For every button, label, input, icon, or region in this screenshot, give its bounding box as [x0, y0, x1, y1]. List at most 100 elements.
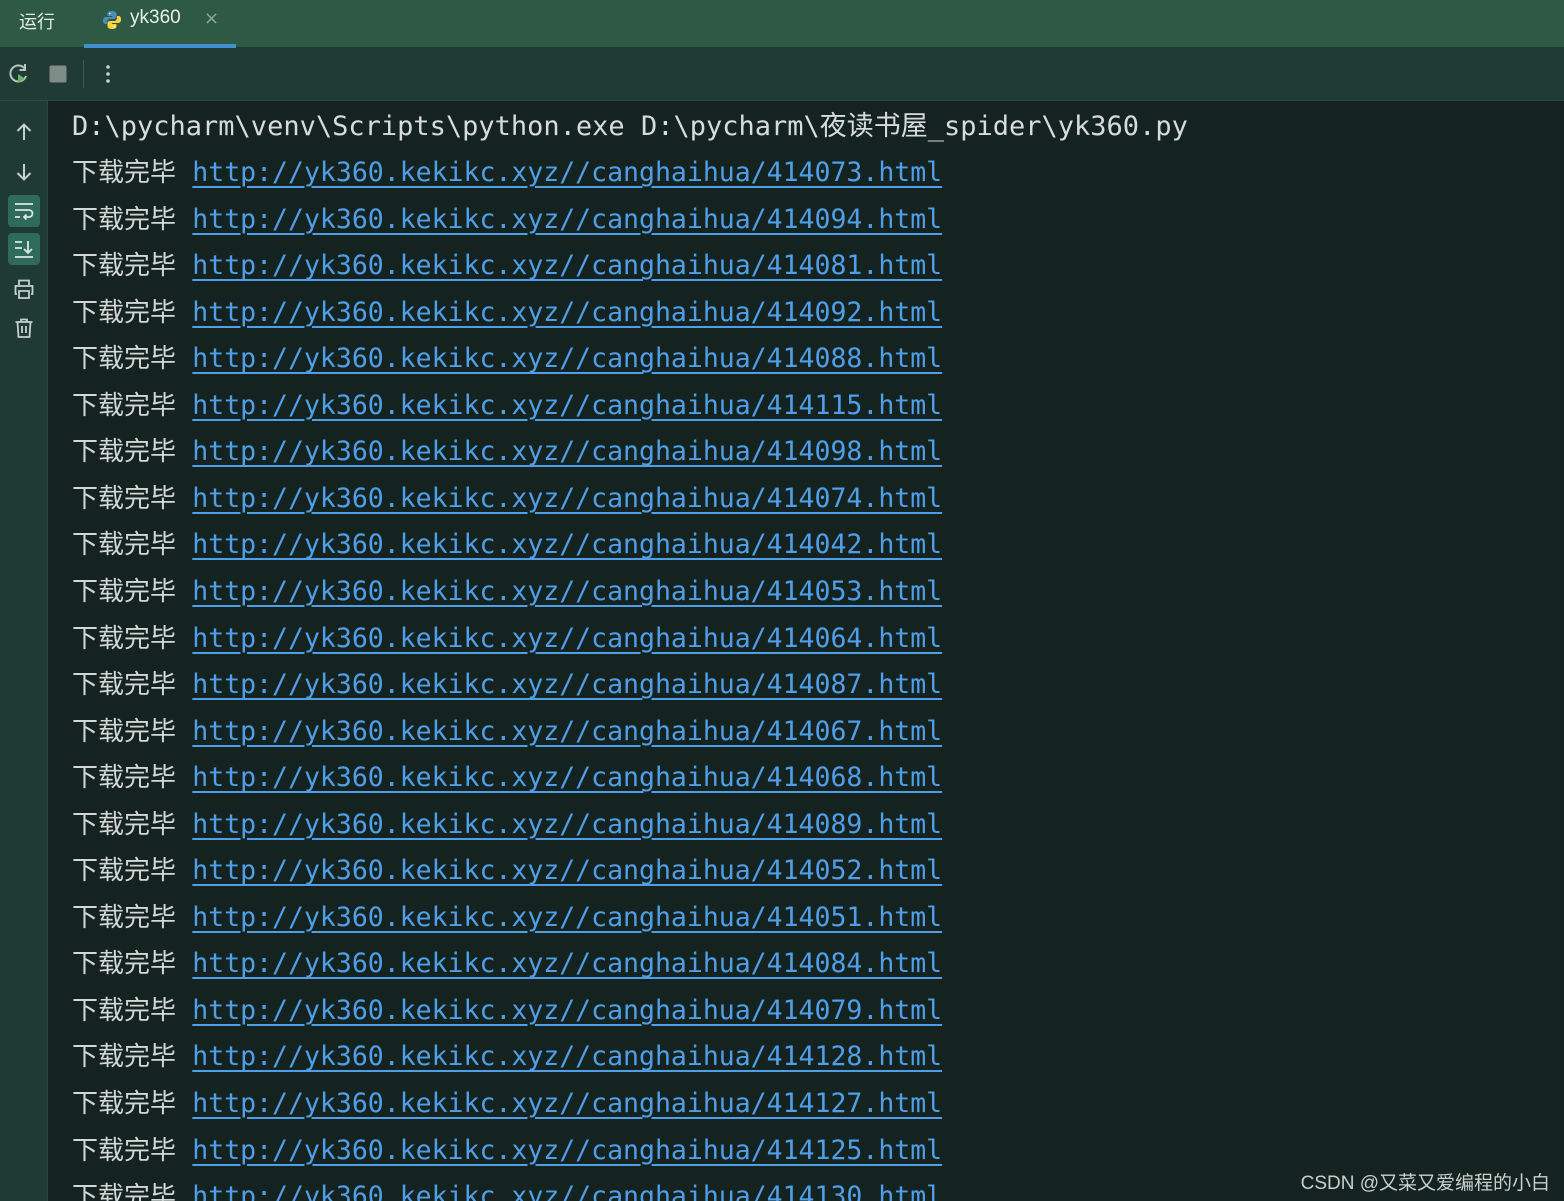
url-link[interactable]: http://yk360.kekikc.xyz//canghaihua/4140…	[192, 436, 942, 467]
url-link[interactable]: http://yk360.kekikc.xyz//canghaihua/4140…	[192, 250, 942, 281]
download-status-text: 下载完毕	[72, 483, 177, 514]
console-line: 下载完毕 http://yk360.kekikc.xyz//canghaihua…	[72, 714, 942, 750]
download-status-text: 下载完毕	[72, 251, 177, 282]
run-panel-title: 运行	[19, 12, 55, 33]
download-status-text: 下载完毕	[72, 856, 177, 887]
download-status-text: 下载完毕	[72, 949, 177, 980]
url-link[interactable]: http://yk360.kekikc.xyz//canghaihua/4140…	[192, 902, 942, 933]
console-line: 下载完毕 http://yk360.kekikc.xyz//canghaihua…	[72, 1179, 942, 1201]
url-link[interactable]: http://yk360.kekikc.xyz//canghaihua/4140…	[192, 995, 942, 1026]
console-line: 下载完毕 http://yk360.kekikc.xyz//canghaihua…	[72, 1086, 942, 1122]
console-line: 下载完毕 http://yk360.kekikc.xyz//canghaihua…	[72, 295, 942, 331]
download-status-text: 下载完毕	[72, 902, 177, 933]
url-link[interactable]: http://yk360.kekikc.xyz//canghaihua/4140…	[192, 948, 942, 979]
console-line: 下载完毕 http://yk360.kekikc.xyz//canghaihua…	[72, 574, 942, 610]
download-status-text: 下载完毕	[72, 809, 177, 840]
url-link[interactable]: http://yk360.kekikc.xyz//canghaihua/4140…	[192, 762, 942, 793]
console-line: 下载完毕 http://yk360.kekikc.xyz//canghaihua…	[72, 388, 942, 424]
url-link[interactable]: http://yk360.kekikc.xyz//canghaihua/4140…	[192, 483, 942, 514]
tab-yk360[interactable]: yk360 ×	[84, 0, 236, 48]
scroll-to-end-icon[interactable]	[8, 233, 40, 265]
console-line: 下载完毕 http://yk360.kekikc.xyz//canghaihua…	[72, 434, 942, 470]
arrow-up-icon[interactable]	[8, 116, 40, 148]
console-line: 下载完毕 http://yk360.kekikc.xyz//canghaihua…	[72, 341, 942, 377]
download-status-text: 下载完毕	[72, 390, 177, 421]
arrow-down-icon[interactable]	[8, 156, 40, 188]
console-line: 下载完毕 http://yk360.kekikc.xyz//canghaihua…	[72, 481, 942, 517]
console-output[interactable]: D:\pycharm\venv\Scripts\python.exe D:\py…	[49, 101, 1564, 1201]
console-line: 下载完毕 http://yk360.kekikc.xyz//canghaihua…	[72, 1039, 942, 1075]
command-line: D:\pycharm\venv\Scripts\python.exe D:\py…	[72, 111, 1188, 142]
console-line: 下载完毕 http://yk360.kekikc.xyz//canghaihua…	[72, 993, 942, 1029]
rerun-icon[interactable]	[7, 62, 31, 86]
stop-icon[interactable]	[46, 62, 70, 86]
url-link[interactable]: http://yk360.kekikc.xyz//canghaihua/4140…	[192, 204, 942, 235]
console-line: 下载完毕 http://yk360.kekikc.xyz//canghaihua…	[72, 946, 942, 982]
url-link[interactable]: http://yk360.kekikc.xyz//canghaihua/4141…	[192, 1041, 942, 1072]
download-status-text: 下载完毕	[72, 437, 177, 468]
console-line: 下载完毕 http://yk360.kekikc.xyz//canghaihua…	[72, 527, 942, 563]
console-line: 下载完毕 http://yk360.kekikc.xyz//canghaihua…	[72, 621, 942, 657]
download-status-text: 下载完毕	[72, 1089, 177, 1119]
console-line: 下载完毕 http://yk360.kekikc.xyz//canghaihua…	[72, 853, 942, 889]
console-line: 下载完毕 http://yk360.kekikc.xyz//canghaihua…	[72, 1133, 942, 1169]
console-line: 下载完毕 http://yk360.kekikc.xyz//canghaihua…	[72, 667, 942, 703]
download-status-text: 下载完毕	[72, 995, 177, 1026]
url-link[interactable]: http://yk360.kekikc.xyz//canghaihua/4141…	[192, 1135, 942, 1166]
more-options-icon[interactable]	[96, 62, 120, 86]
download-status-text: 下载完毕	[72, 670, 177, 701]
print-icon[interactable]	[8, 273, 40, 305]
download-status-text: 下载完毕	[72, 1135, 177, 1166]
url-link[interactable]: http://yk360.kekikc.xyz//canghaihua/4140…	[192, 716, 942, 747]
download-status-text: 下载完毕	[72, 763, 177, 794]
url-link[interactable]: http://yk360.kekikc.xyz//canghaihua/4140…	[192, 855, 942, 886]
url-link[interactable]: http://yk360.kekikc.xyz//canghaihua/4140…	[192, 343, 942, 374]
url-link[interactable]: http://yk360.kekikc.xyz//canghaihua/4140…	[192, 157, 942, 188]
console-line: 下载完毕 http://yk360.kekikc.xyz//canghaihua…	[72, 202, 942, 238]
run-tool-window: 运行 yk360 × D:\pycharm\venv\Scripts\pytho…	[0, 0, 1564, 1201]
url-link[interactable]: http://yk360.kekikc.xyz//canghaihua/4141…	[192, 1181, 942, 1201]
watermark: CSDN @又菜又爱编程的小白	[1300, 1173, 1550, 1194]
download-status-text: 下载完毕	[72, 716, 177, 747]
console-line: 下载完毕 http://yk360.kekikc.xyz//canghaihua…	[72, 248, 942, 284]
trash-icon[interactable]	[8, 312, 40, 344]
url-link[interactable]: http://yk360.kekikc.xyz//canghaihua/4140…	[192, 623, 942, 654]
console-line: 下载完毕 http://yk360.kekikc.xyz//canghaihua…	[72, 155, 942, 191]
download-status-text: 下载完毕	[72, 204, 177, 235]
url-link[interactable]: http://yk360.kekikc.xyz//canghaihua/4141…	[192, 390, 942, 421]
url-link[interactable]: http://yk360.kekikc.xyz//canghaihua/4140…	[192, 669, 942, 700]
url-link[interactable]: http://yk360.kekikc.xyz//canghaihua/4141…	[192, 1088, 942, 1119]
url-link[interactable]: http://yk360.kekikc.xyz//canghaihua/4140…	[192, 529, 942, 560]
download-status-text: 下载完毕	[72, 530, 177, 561]
run-tab-bar: 运行 yk360 ×	[0, 0, 1564, 48]
run-toolbar	[0, 48, 1564, 101]
download-status-text: 下载完毕	[72, 1182, 177, 1201]
console-line: 下载完毕 http://yk360.kekikc.xyz//canghaihua…	[72, 807, 942, 843]
url-link[interactable]: http://yk360.kekikc.xyz//canghaihua/4140…	[192, 809, 942, 840]
url-link[interactable]: http://yk360.kekikc.xyz//canghaihua/4140…	[192, 576, 942, 607]
console-side-toolbar	[0, 101, 48, 1201]
soft-wrap-icon[interactable]	[8, 195, 40, 227]
download-status-text: 下载完毕	[72, 1042, 177, 1073]
close-icon[interactable]: ×	[204, 8, 219, 29]
url-link[interactable]: http://yk360.kekikc.xyz//canghaihua/4140…	[192, 297, 942, 328]
toolbar-divider	[83, 60, 84, 88]
download-status-text: 下载完毕	[72, 297, 177, 328]
